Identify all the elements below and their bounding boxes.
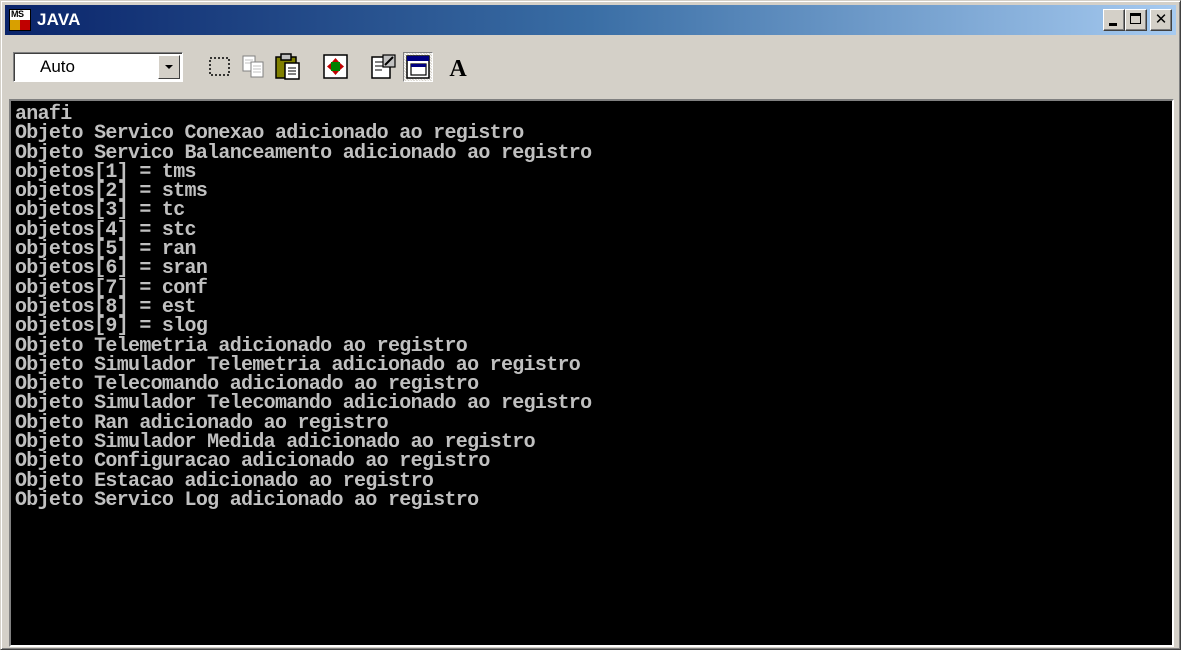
- window-controls: ✕: [1103, 9, 1172, 31]
- toolbar: Auto A: [5, 39, 1176, 95]
- font-icon: A: [449, 56, 467, 82]
- app-icon-text: MS: [11, 9, 24, 19]
- title-bar[interactable]: MS JAVA ✕: [5, 5, 1176, 35]
- font-size-select[interactable]: Auto: [13, 52, 183, 82]
- close-button[interactable]: ✕: [1150, 9, 1172, 31]
- console-output[interactable]: anafi Objeto Servico Conexao adicionado …: [9, 99, 1174, 647]
- minimize-button[interactable]: [1103, 9, 1125, 31]
- console-line: objetos[2] = stms: [15, 180, 208, 204]
- background-button[interactable]: [403, 52, 433, 82]
- maximize-icon: [1130, 13, 1141, 24]
- mark-icon: [209, 57, 230, 76]
- mark-button[interactable]: [205, 52, 235, 82]
- copy-icon: [242, 55, 264, 78]
- fullscreen-icon: [323, 54, 348, 79]
- font-button[interactable]: A: [443, 52, 473, 82]
- fullscreen-button[interactable]: [321, 52, 351, 82]
- window-title: JAVA: [37, 10, 81, 29]
- console-line: Objeto Servico Log adicionado ao registr…: [15, 488, 479, 512]
- copy-button[interactable]: [239, 52, 269, 82]
- properties-button[interactable]: [369, 52, 399, 82]
- properties-icon: [371, 54, 396, 79]
- chevron-down-icon[interactable]: [158, 55, 180, 79]
- paste-icon: [275, 53, 300, 80]
- maximize-button[interactable]: [1125, 9, 1147, 31]
- console-window: MS JAVA ✕ Auto A anafi Objeto Servico Co…: [0, 0, 1181, 650]
- close-icon: ✕: [1154, 10, 1168, 28]
- font-size-value: Auto: [40, 57, 75, 76]
- svg-text:A: A: [449, 56, 467, 82]
- paste-button[interactable]: [273, 52, 303, 82]
- ms-dos-icon[interactable]: MS: [9, 9, 31, 31]
- background-icon: [406, 55, 430, 79]
- minimize-icon: [1109, 23, 1117, 26]
